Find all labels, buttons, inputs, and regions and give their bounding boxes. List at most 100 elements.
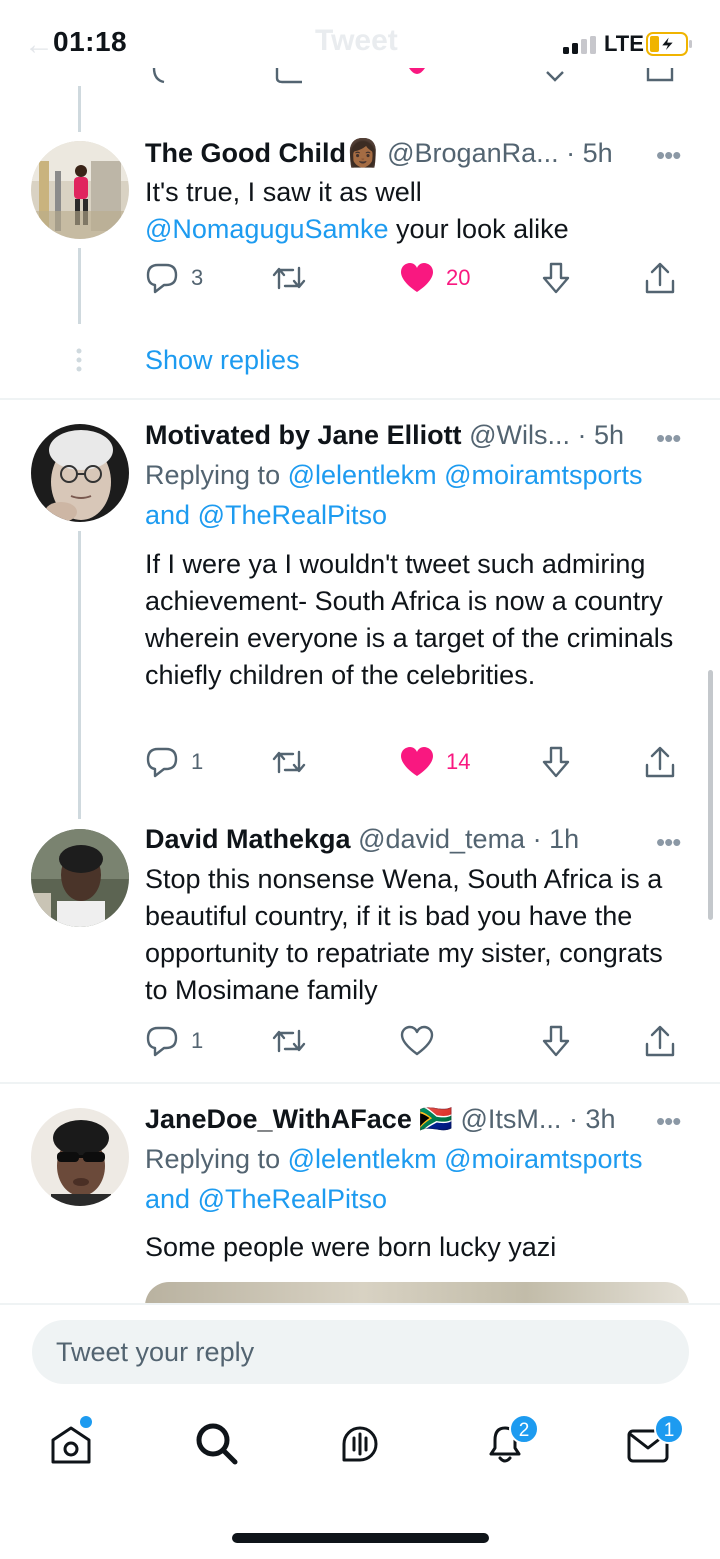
retweet-button[interactable] — [271, 742, 307, 782]
mention-link[interactable]: @TheRealPitso — [198, 1184, 388, 1214]
tab-search[interactable] — [193, 1420, 241, 1468]
thread-line — [78, 86, 81, 132]
share-button[interactable] — [643, 742, 677, 782]
tweet-text-tail: your look alike — [388, 214, 569, 244]
tab-home[interactable] — [48, 1416, 96, 1468]
tab-messages[interactable]: 1 — [624, 1414, 684, 1468]
share-icon — [645, 746, 675, 778]
tweet-text-line: It's true, I saw it as well — [145, 177, 422, 207]
tweet-text: Some people were born lucky yazi — [145, 1232, 557, 1262]
emoji: 👩🏾 — [345, 138, 380, 168]
timestamp: · 5h — [566, 138, 613, 168]
share-icon — [645, 262, 675, 294]
downvote-button[interactable] — [541, 742, 571, 782]
like-count: 14 — [446, 749, 471, 774]
replying-to: Replying to @lelentlekm @moiramtsports a… — [145, 455, 643, 535]
more-options-icon[interactable]: ••• — [656, 1106, 681, 1137]
mention-link[interactable]: @TheRealPitso — [198, 500, 388, 530]
scrollbar[interactable] — [708, 670, 713, 920]
retweet-button[interactable] — [271, 1021, 307, 1061]
share-button[interactable] — [643, 1021, 677, 1061]
retweet-icon — [272, 266, 306, 290]
handle[interactable]: @ItsM... — [461, 1104, 562, 1134]
reply-icon — [146, 1026, 178, 1057]
notifications-badge: 2 — [509, 1414, 539, 1444]
heart-filled-icon — [401, 747, 433, 776]
mention-link[interactable]: @lelentlekm — [288, 1144, 437, 1174]
status-bar: ← Tweet 01:18 LTE — [0, 0, 720, 90]
downvote-icon — [542, 1025, 570, 1057]
tweet-header: Motivated by Jane Elliott @Wils... · 5h — [145, 420, 624, 451]
reply-icon — [146, 747, 178, 778]
display-name[interactable]: The Good Child — [145, 138, 346, 168]
retweet-icon — [272, 750, 306, 774]
more-options-icon[interactable]: ••• — [656, 423, 681, 454]
tweet-header: David Mathekga @david_tema · 1h — [145, 824, 579, 855]
signal-icon — [563, 36, 596, 54]
tweet-text: If I were ya I wouldn't tweet such admir… — [145, 549, 674, 690]
tweet-actions: 3 20 — [145, 258, 685, 298]
timestamp: · 3h — [568, 1104, 616, 1134]
reply-count: 1 — [191, 749, 204, 774]
new-content-dot — [80, 1416, 92, 1428]
mention-link[interactable]: @NomaguguSamke — [145, 214, 389, 244]
like-button[interactable]: 20 — [400, 258, 470, 298]
mention-link[interactable]: @lelentlekm — [288, 460, 437, 490]
replying-prefix: Replying to — [145, 1144, 288, 1174]
display-name[interactable]: Motivated by Jane Elliott — [145, 420, 462, 450]
like-button[interactable]: 14 — [400, 742, 470, 782]
reply-count: 3 — [191, 265, 204, 290]
like-button[interactable] — [400, 1021, 434, 1061]
mention-link[interactable]: @moiramtsports — [444, 1144, 642, 1174]
replying-and: and — [145, 500, 198, 530]
show-replies-link[interactable]: Show replies — [145, 345, 300, 376]
heart-outline-icon — [400, 1025, 434, 1056]
avatar[interactable] — [31, 424, 129, 522]
reply-count: 1 — [191, 1028, 204, 1053]
downvote-button[interactable] — [541, 258, 571, 298]
downvote-button[interactable] — [541, 1021, 571, 1061]
retweet-icon — [272, 1029, 306, 1053]
tab-notifications[interactable]: 2 — [481, 1414, 539, 1468]
reply-icon — [146, 263, 178, 294]
share-icon — [645, 1025, 675, 1057]
tweet-text: It's true, I saw it as well @NomaguguSam… — [145, 174, 569, 248]
divider — [0, 1082, 720, 1084]
replying-to: Replying to @lelentlekm @moiramtsports a… — [145, 1139, 643, 1219]
timestamp: · 5h — [577, 420, 625, 450]
tab-spaces[interactable] — [336, 1420, 384, 1468]
handle[interactable]: @Wils... — [469, 420, 570, 450]
handle[interactable]: @BroganRa... — [387, 138, 559, 168]
reply-button[interactable]: 3 — [145, 258, 203, 298]
messages-badge: 1 — [654, 1414, 684, 1444]
reply-input[interactable] — [32, 1320, 689, 1384]
tweet-text: Stop this nonsense Wena, South Africa is… — [145, 864, 663, 1005]
like-count: 20 — [446, 265, 471, 290]
tweet-header: The Good Child👩🏾 @BroganRa... · 5h — [145, 137, 613, 169]
reply-button[interactable]: 1 — [145, 1021, 203, 1061]
battery-charging-icon — [646, 32, 692, 56]
network-label: LTE — [604, 31, 644, 56]
more-options-icon[interactable]: ••• — [656, 827, 681, 858]
more-options-icon[interactable]: ••• — [656, 140, 681, 171]
tweet-actions: 1 — [145, 1021, 685, 1061]
clock: 01:18 — [53, 26, 128, 57]
avatar[interactable] — [31, 829, 129, 927]
reply-button[interactable]: 1 — [145, 742, 203, 782]
avatar[interactable] — [31, 1108, 129, 1206]
thread-line — [78, 531, 81, 819]
avatar[interactable] — [31, 141, 129, 239]
replying-prefix: Replying to — [145, 460, 288, 490]
display-name[interactable]: David Mathekga — [145, 824, 351, 854]
home-indicator[interactable] — [232, 1533, 489, 1543]
spaces-icon — [342, 1426, 378, 1462]
downvote-icon — [542, 746, 570, 778]
handle[interactable]: @david_tema — [358, 824, 525, 854]
retweet-button[interactable] — [271, 258, 307, 298]
timestamp: · 1h — [532, 824, 580, 854]
back-arrow-icon[interactable]: ← — [24, 28, 54, 62]
share-button[interactable] — [643, 258, 677, 298]
header-title: Tweet — [315, 24, 398, 57]
display-name[interactable]: JaneDoe_WithAFace — [145, 1104, 412, 1134]
mention-link[interactable]: @moiramtsports — [444, 460, 642, 490]
